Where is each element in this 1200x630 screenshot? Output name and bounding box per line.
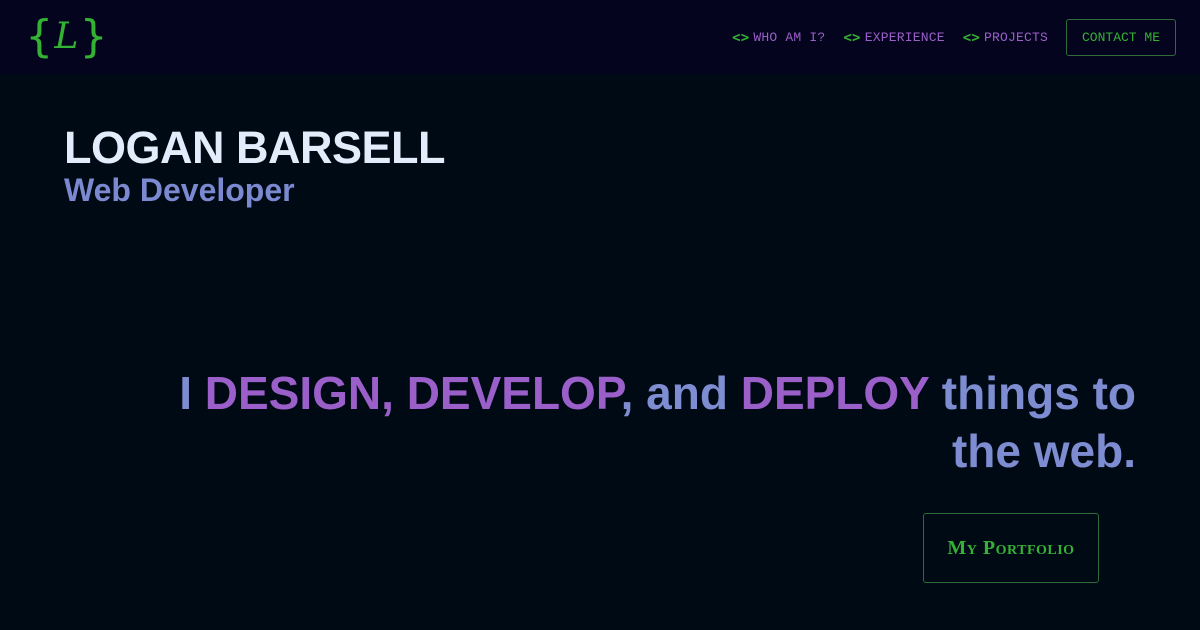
nav-link-label: EXPERIENCE	[864, 30, 945, 45]
contact-me-button[interactable]: CONTACT ME	[1065, 19, 1176, 56]
tagline-part: , and	[620, 367, 741, 419]
code-brackets-icon: <>	[962, 29, 980, 46]
main-nav: <> WHO AM I? <> EXPERIENCE <> PROJECTS C…	[732, 19, 1176, 56]
hero-tagline: I DESIGN, DEVELOP, and DEPLOY things to …	[136, 364, 1136, 480]
nav-link-experience[interactable]: <> EXPERIENCE	[843, 30, 944, 46]
tagline-develop: DEVELOP	[406, 367, 621, 419]
tagline-part: I	[179, 367, 205, 419]
tagline-part: things to the web.	[929, 367, 1136, 477]
code-brackets-icon: <>	[732, 29, 750, 46]
tagline-comma: ,	[381, 367, 407, 419]
logo-letter: L	[54, 16, 79, 57]
logo-close-brace: }	[80, 11, 107, 62]
nav-link-who-am-i[interactable]: <> WHO AM I?	[732, 30, 825, 46]
my-portfolio-button[interactable]: My Portfolio	[923, 513, 1099, 583]
top-navbar: { L } <> WHO AM I? <> EXPERIENCE <> PROJ…	[0, 0, 1200, 74]
nav-link-label: PROJECTS	[983, 30, 1048, 45]
tagline-design: DESIGN	[204, 367, 382, 419]
hero-name: LOGAN BARSELL	[64, 122, 446, 173]
logo-open-brace: {	[26, 11, 53, 62]
nav-link-label: WHO AM I?	[753, 30, 826, 45]
tagline-deploy: DEPLOY	[740, 367, 930, 419]
code-brackets-icon: <>	[843, 29, 861, 46]
hero-role: Web Developer	[64, 172, 295, 208]
nav-link-projects[interactable]: <> PROJECTS	[963, 30, 1048, 46]
logo[interactable]: { L }	[26, 11, 107, 63]
